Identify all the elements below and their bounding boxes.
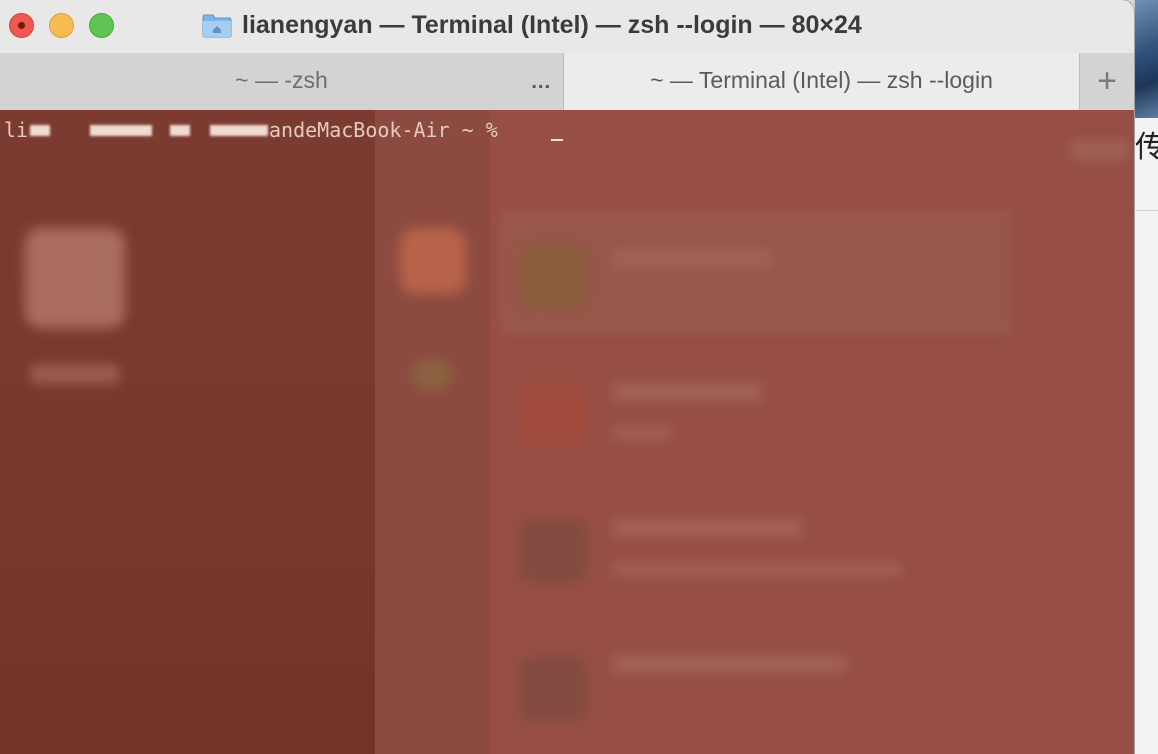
ghost-text xyxy=(30,364,120,384)
close-icon[interactable] xyxy=(9,13,34,38)
desktop: 传 lianengyan — Terminal (Intel) — zsh --… xyxy=(0,0,1158,754)
ghost-thumb xyxy=(518,382,588,448)
maximize-icon[interactable] xyxy=(89,13,114,38)
background-divider xyxy=(1135,210,1158,211)
ghost-thumb xyxy=(518,518,588,584)
ghost-thumb xyxy=(518,656,588,722)
background-app-text: 传 xyxy=(1135,130,1158,165)
tab-label: ~ — -zsh xyxy=(235,67,328,93)
ghost-text xyxy=(1070,140,1130,160)
tab-label: ~ — Terminal (Intel) — zsh --login xyxy=(650,67,993,93)
redaction-mark xyxy=(210,125,268,136)
ghost-app-logo xyxy=(25,228,125,328)
ghost-text xyxy=(612,562,902,576)
new-tab-button[interactable]: + xyxy=(1079,53,1134,110)
ghost-text xyxy=(612,518,802,538)
ghost-text xyxy=(612,426,672,440)
ghost-icon xyxy=(400,228,466,294)
ghost-column xyxy=(375,110,490,754)
tab-overflow-icon[interactable]: ... xyxy=(531,71,551,94)
folder-icon xyxy=(202,14,232,38)
terminal-content[interactable] xyxy=(0,110,1134,754)
redaction-mark xyxy=(30,125,50,136)
ghost-thumb xyxy=(518,244,588,310)
prompt-user: li xyxy=(4,118,29,142)
plus-icon: + xyxy=(1097,62,1117,100)
redaction-mark xyxy=(90,125,152,136)
minimize-icon[interactable] xyxy=(49,13,74,38)
redaction-mark xyxy=(170,125,190,136)
tab-terminal-intel[interactable]: ~ — Terminal (Intel) — zsh --login xyxy=(564,53,1079,110)
prompt-host: andeMacBook-Air ~ % xyxy=(269,118,510,142)
text-cursor xyxy=(551,139,563,141)
terminal-window: lianengyan — Terminal (Intel) — zsh --lo… xyxy=(0,0,1134,754)
background-photo xyxy=(1135,0,1158,118)
title-bar[interactable]: lianengyan — Terminal (Intel) — zsh --lo… xyxy=(0,0,1134,53)
ghost-icon xyxy=(412,360,452,390)
close-dot xyxy=(18,22,25,29)
ghost-text xyxy=(612,248,772,268)
ghost-text xyxy=(612,654,847,674)
tab-zsh[interactable]: ~ — -zsh ... xyxy=(0,53,564,110)
background-app-window: 传 xyxy=(1134,0,1158,754)
tab-bar: ~ — -zsh ... ~ — Terminal (Intel) — zsh … xyxy=(0,53,1134,111)
window-title: lianengyan — Terminal (Intel) — zsh --lo… xyxy=(242,11,862,39)
ghost-sidebar xyxy=(0,110,375,754)
ghost-text xyxy=(612,382,762,402)
